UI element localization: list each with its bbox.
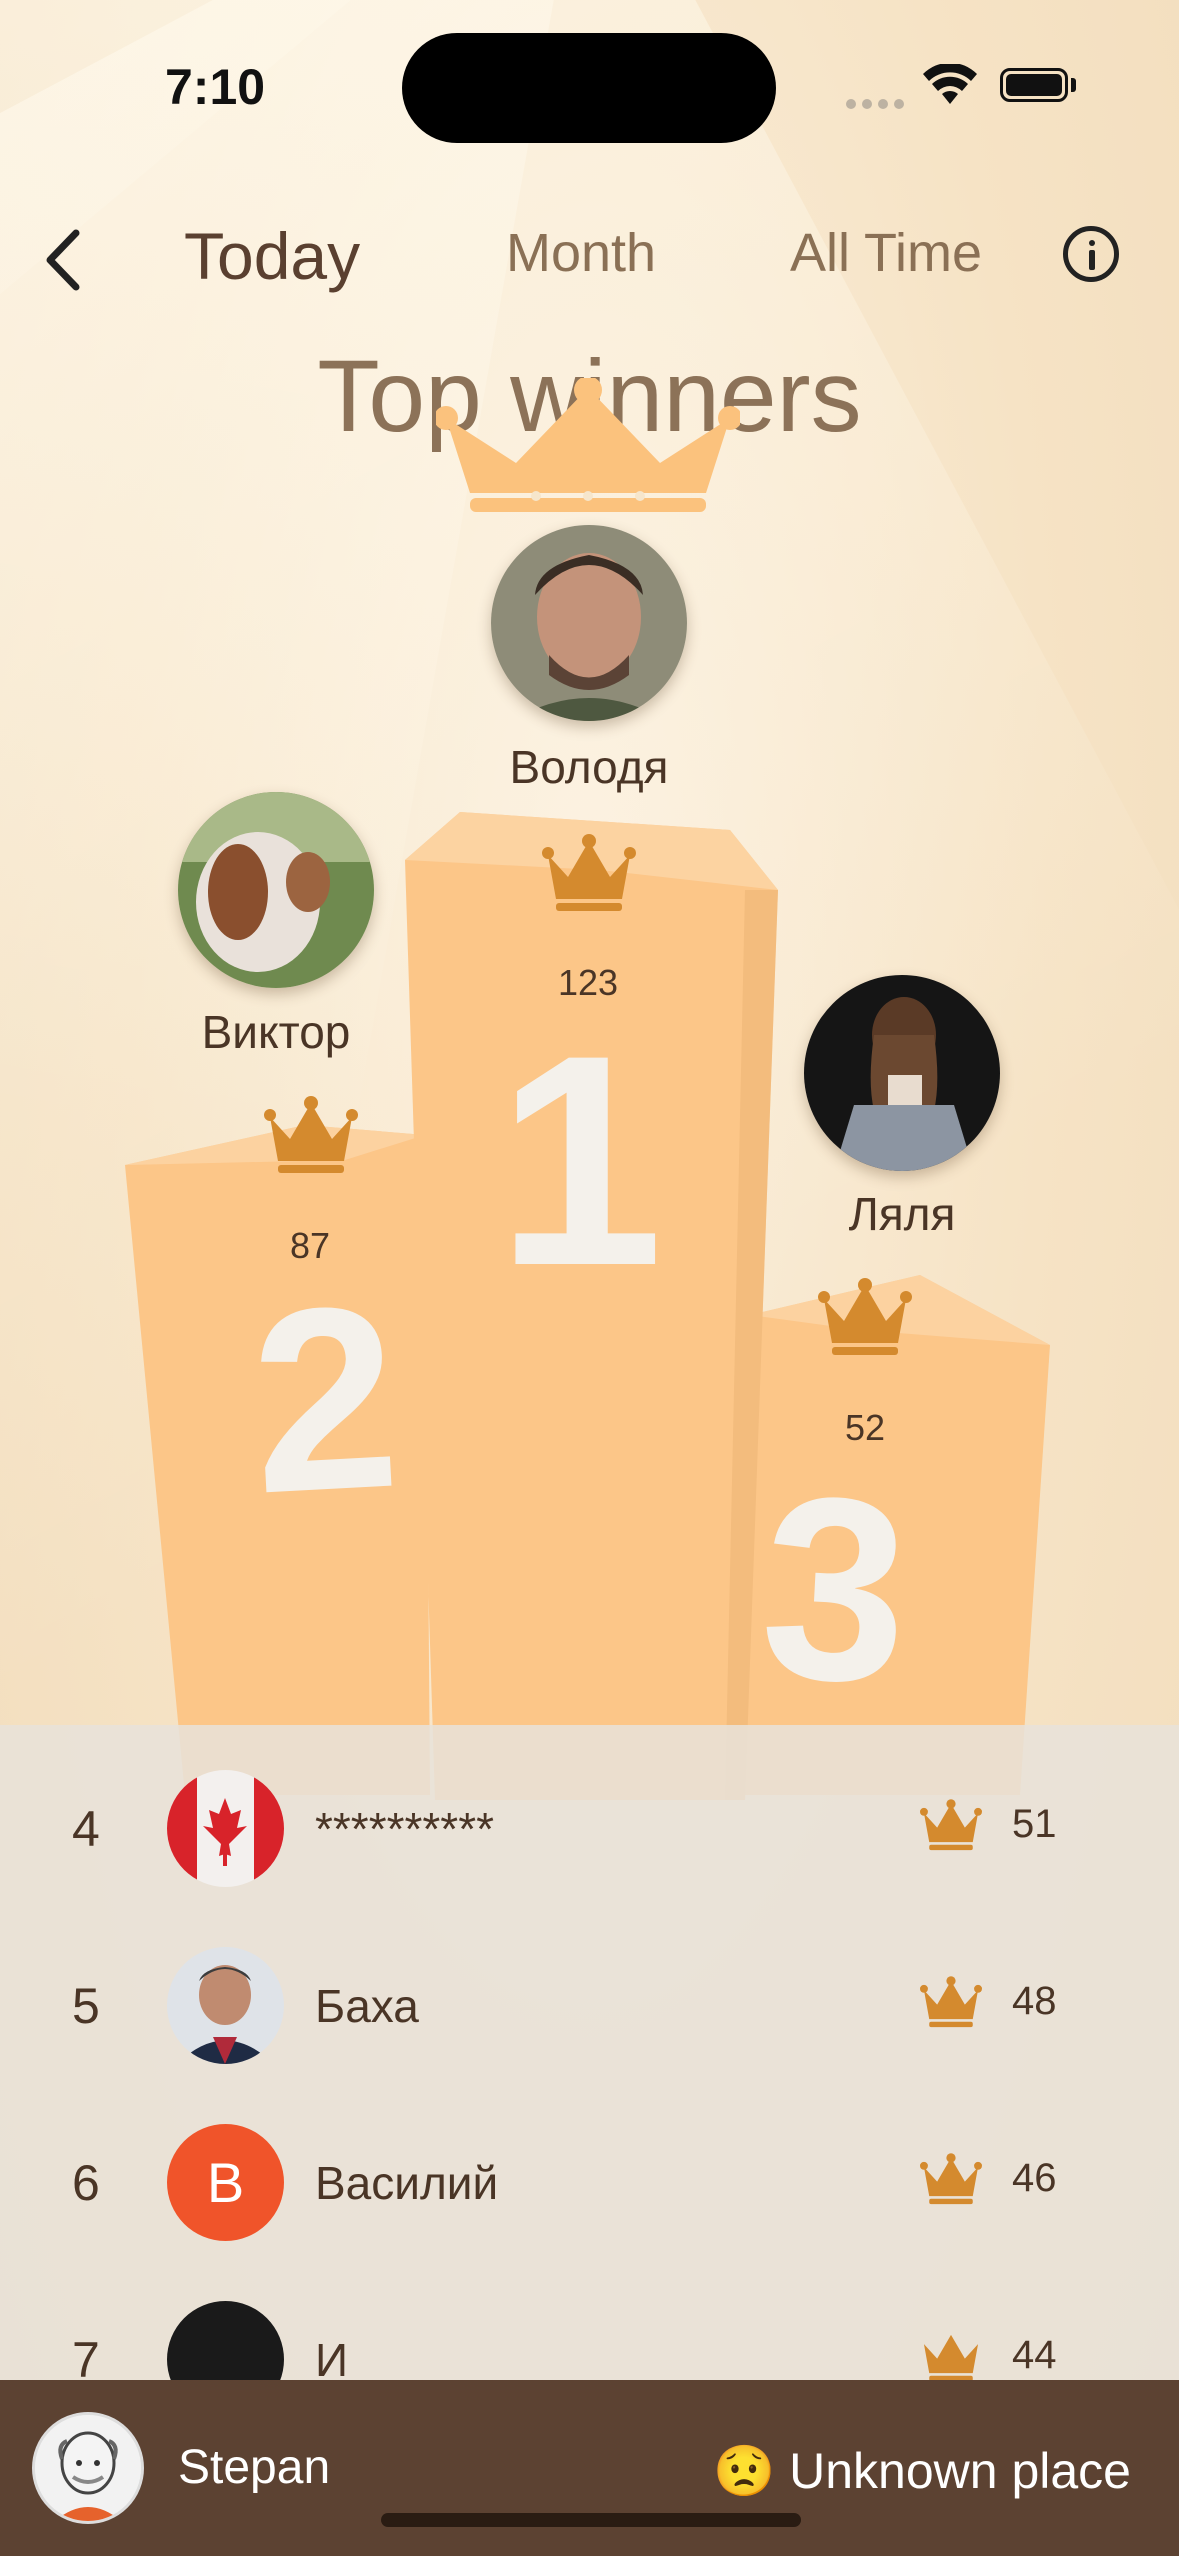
avatar <box>167 1947 284 2064</box>
top-nav: Today Month All Time <box>0 200 1179 320</box>
dynamic-island <box>402 33 776 143</box>
info-icon[interactable] <box>1063 226 1119 282</box>
list-name: И <box>315 2334 349 2386</box>
list-rank: 4 <box>72 1801 100 1857</box>
chevron-left-icon[interactable] <box>38 225 98 295</box>
crown-icon <box>920 1799 982 1851</box>
crown-icon <box>923 2334 979 2382</box>
list-score: 46 <box>1012 2156 1057 2200</box>
crown-icon <box>818 1278 912 1355</box>
status-time: 7:10 <box>165 59 266 115</box>
tab-all-time[interactable]: All Time <box>790 222 982 284</box>
my-position-bar[interactable]: Stepan 😟 Unknown place <box>0 2380 1179 2556</box>
tab-today[interactable]: Today <box>184 218 360 294</box>
battery-tip <box>1071 78 1076 92</box>
first-rank-number: 1 <box>496 992 664 1328</box>
list-name: Баха <box>315 1980 419 2032</box>
my-name: Stepan <box>178 2441 331 2494</box>
my-place: 😟 Unknown place <box>712 2443 1131 2499</box>
list-name: ********** <box>315 1803 495 1855</box>
cellular-signal-icon <box>846 96 910 114</box>
home-indicator[interactable] <box>381 2513 801 2527</box>
crown-icon <box>264 1096 358 1173</box>
battery-icon <box>1000 68 1068 102</box>
list-item[interactable]: 5 Баха 48 <box>0 1947 1179 2117</box>
crown-icon <box>920 2153 982 2205</box>
crown-icon <box>436 378 740 512</box>
list-item[interactable]: 6 В Василий 46 <box>0 2124 1179 2294</box>
third-rank-number: 3 <box>755 1441 915 1739</box>
list-rank: 6 <box>72 2155 100 2211</box>
list-score: 44 <box>1012 2333 1057 2377</box>
list-item[interactable]: 4 ********** 51 <box>0 1770 1179 1940</box>
list-name: Василий <box>315 2157 499 2209</box>
list-score: 51 <box>1012 1802 1057 1846</box>
wifi-icon <box>923 64 977 104</box>
avatar-second[interactable] <box>178 792 374 988</box>
crown-icon <box>542 834 636 911</box>
avatar <box>32 2412 144 2524</box>
leaderboard-list: 4 ********** 51 5 Баха 48 6 В Василий 46… <box>0 1725 1179 2418</box>
first-name: Володя <box>509 741 669 793</box>
letter-avatar: В <box>167 2124 284 2241</box>
avatar-first[interactable] <box>491 525 687 721</box>
avatar-third[interactable] <box>804 975 1000 1171</box>
list-rank: 5 <box>72 1978 100 2034</box>
list-score: 48 <box>1012 1979 1057 2023</box>
crown-icon <box>920 1976 982 2028</box>
second-name: Виктор <box>201 1006 351 1058</box>
tab-month[interactable]: Month <box>506 222 656 284</box>
third-name: Ляля <box>848 1188 956 1240</box>
status-bar: 7:10 <box>0 0 1179 170</box>
canada-flag-icon <box>167 1770 284 1887</box>
second-rank-number: 2 <box>245 1251 405 1549</box>
